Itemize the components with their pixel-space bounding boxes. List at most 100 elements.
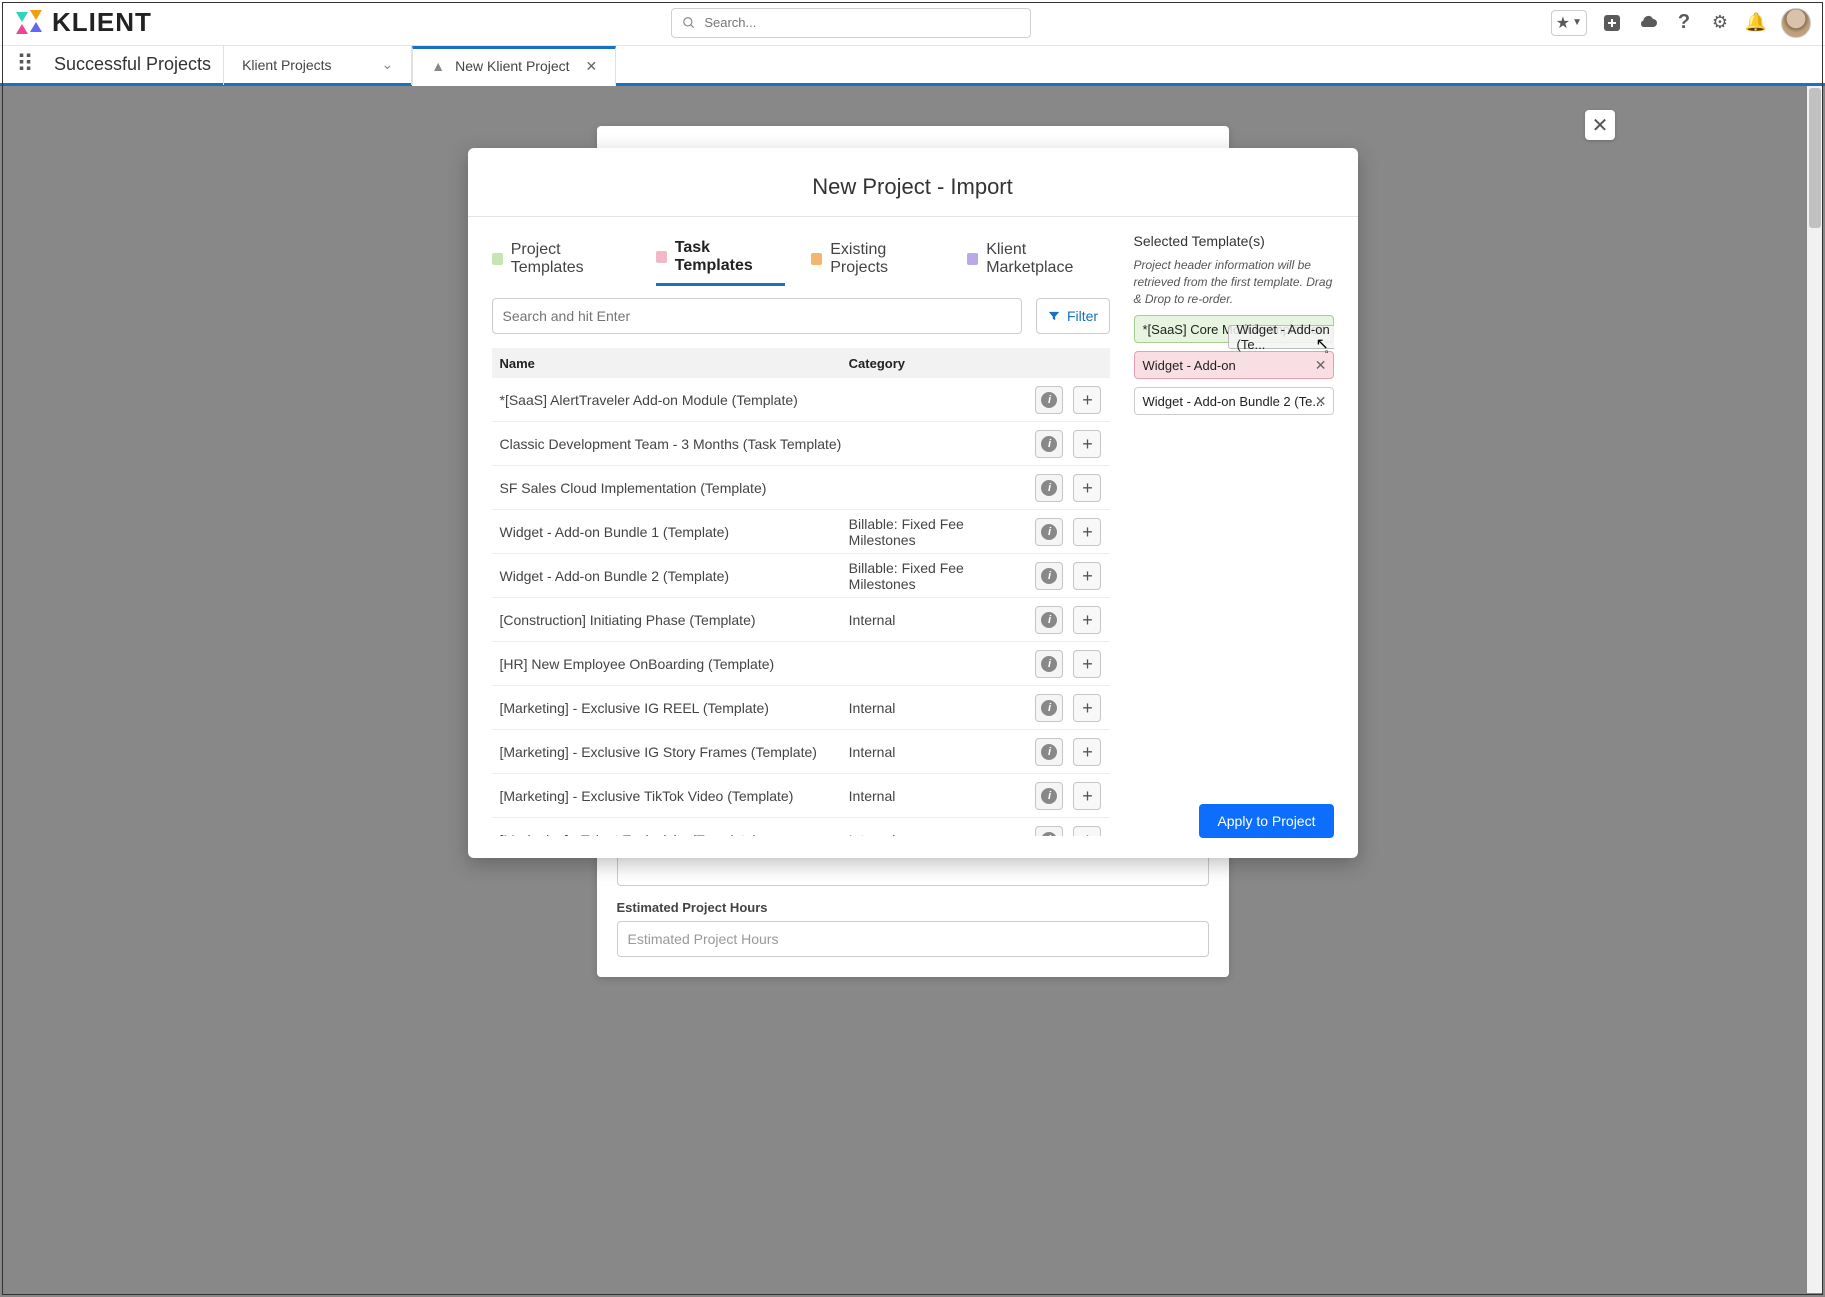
info-icon: i bbox=[1041, 788, 1057, 804]
tab-project-templates[interactable]: Project Templates bbox=[492, 233, 630, 285]
drag-ghost: Widget - Add-on Bundle 2 (Te... ✕ bbox=[1228, 325, 1334, 349]
swatch-icon bbox=[492, 253, 503, 265]
app-logo: KLIENT bbox=[14, 7, 152, 38]
info-button[interactable]: i bbox=[1035, 738, 1063, 766]
selected-template-chip[interactable]: Widget - Add-on ✕ bbox=[1134, 351, 1334, 379]
selected-note: Project header information will be retri… bbox=[1134, 257, 1334, 307]
add-template-button[interactable]: + bbox=[1073, 606, 1101, 634]
workspace-name: Successful Projects bbox=[50, 54, 223, 75]
table-row: [HR] New Employee OnBoarding (Template)i… bbox=[492, 642, 1110, 686]
gear-icon: ⚙ bbox=[1712, 12, 1728, 33]
waffle-icon: ⠿ bbox=[16, 50, 34, 79]
favorites-button[interactable]: ★▼ bbox=[1551, 10, 1587, 36]
cloud-icon bbox=[1638, 13, 1658, 33]
info-button[interactable]: i bbox=[1035, 474, 1063, 502]
table-row: [Construction] Initiating Phase (Templat… bbox=[492, 598, 1110, 642]
plus-icon: + bbox=[1082, 611, 1093, 629]
row-name: Classic Development Team - 3 Months (Tas… bbox=[500, 436, 849, 452]
info-button[interactable]: i bbox=[1035, 518, 1063, 546]
plus-icon: + bbox=[1082, 831, 1093, 836]
global-search[interactable] bbox=[671, 8, 1031, 38]
row-name: [Marketing] - Exclusive IG Story Frames … bbox=[500, 744, 849, 760]
template-search[interactable] bbox=[492, 298, 1022, 334]
remove-chip-button[interactable]: ✕ bbox=[1315, 393, 1327, 410]
add-template-button[interactable]: + bbox=[1073, 562, 1101, 590]
add-button[interactable] bbox=[1601, 12, 1623, 34]
chip-label: Widget - Add-on Bundle 2 (Te... bbox=[1143, 394, 1324, 409]
row-name: *[SaaS] AlertTraveler Add-on Module (Tem… bbox=[500, 392, 849, 408]
add-template-button[interactable]: + bbox=[1073, 694, 1101, 722]
info-icon: i bbox=[1041, 744, 1057, 760]
info-icon: i bbox=[1041, 436, 1057, 452]
close-modal-button[interactable]: ✕ bbox=[1585, 110, 1615, 140]
template-search-input[interactable] bbox=[503, 308, 1011, 324]
info-button[interactable]: i bbox=[1035, 694, 1063, 722]
row-category: Billable: Fixed Fee Milestones bbox=[849, 560, 1012, 592]
nav-tab-klient-projects[interactable]: Klient Projects ⌄ bbox=[223, 45, 412, 85]
info-icon: i bbox=[1041, 524, 1057, 540]
row-name: [Marketing] - Exclusive IG REEL (Templat… bbox=[500, 700, 849, 716]
nav-tab-new-klient-project[interactable]: ▲ New Klient Project ✕ bbox=[412, 46, 616, 86]
settings-button[interactable]: ⚙ bbox=[1709, 12, 1731, 34]
app-launcher[interactable]: ⠿ bbox=[0, 50, 50, 79]
table-row: *[SaaS] AlertTraveler Add-on Module (Tem… bbox=[492, 378, 1110, 422]
chip-label: Widget - Add-on bbox=[1143, 358, 1236, 373]
template-type-tabs: Project Templates Task Templates Existin… bbox=[492, 227, 1110, 286]
user-avatar[interactable] bbox=[1781, 8, 1811, 38]
close-tab-button[interactable]: ✕ bbox=[586, 58, 598, 75]
help-button[interactable]: ? bbox=[1673, 12, 1695, 34]
star-icon: ★ bbox=[1556, 13, 1570, 33]
add-template-button[interactable]: + bbox=[1073, 430, 1101, 458]
info-icon: i bbox=[1041, 480, 1057, 496]
info-button[interactable]: i bbox=[1035, 430, 1063, 458]
plus-icon: + bbox=[1082, 567, 1093, 585]
add-template-button[interactable]: + bbox=[1073, 738, 1101, 766]
info-button[interactable]: i bbox=[1035, 562, 1063, 590]
row-name: Widget - Add-on Bundle 1 (Template) bbox=[500, 524, 849, 540]
selected-template-chip[interactable]: Widget - Add-on Bundle 2 (Te...✕ bbox=[1134, 387, 1334, 415]
info-icon: i bbox=[1041, 656, 1057, 672]
info-icon: i bbox=[1041, 832, 1057, 836]
chevron-down-icon[interactable]: ⌄ bbox=[382, 56, 394, 73]
scrollbar-thumb[interactable] bbox=[1809, 88, 1821, 228]
add-template-button[interactable]: + bbox=[1073, 650, 1101, 678]
estimated-hours-input[interactable]: Estimated Project Hours bbox=[617, 921, 1209, 957]
add-template-button[interactable]: + bbox=[1073, 826, 1101, 836]
info-button[interactable]: i bbox=[1035, 386, 1063, 414]
tab-marketplace[interactable]: Klient Marketplace bbox=[967, 233, 1110, 285]
tab-label: New Klient Project bbox=[455, 58, 569, 74]
logo-icon bbox=[14, 8, 44, 38]
table-row: [Marketing] - Exclusive IG Story Frames … bbox=[492, 730, 1110, 774]
plus-icon: + bbox=[1082, 435, 1093, 453]
table-row: [Marketing] - Exclusive TikTok Video (Te… bbox=[492, 774, 1110, 818]
info-button[interactable]: i bbox=[1035, 606, 1063, 634]
add-template-button[interactable]: + bbox=[1073, 474, 1101, 502]
tab-task-templates[interactable]: Task Templates bbox=[656, 231, 785, 286]
info-button[interactable]: i bbox=[1035, 650, 1063, 678]
info-button[interactable]: i bbox=[1035, 782, 1063, 810]
page-scrollbar[interactable] bbox=[1807, 86, 1823, 1293]
info-button[interactable]: i bbox=[1035, 826, 1063, 836]
add-template-button[interactable]: + bbox=[1073, 518, 1101, 546]
row-name: [Marketing] - Exclusive TikTok Video (Te… bbox=[500, 788, 849, 804]
table-header: Name Category bbox=[492, 348, 1110, 378]
plus-icon: + bbox=[1082, 743, 1093, 761]
add-template-button[interactable]: + bbox=[1073, 782, 1101, 810]
row-name: Widget - Add-on Bundle 2 (Template) bbox=[500, 568, 849, 584]
notifications-button[interactable]: 🔔 bbox=[1745, 12, 1767, 34]
filter-button[interactable]: Filter bbox=[1036, 298, 1110, 334]
remove-chip-button[interactable]: ✕ bbox=[1315, 357, 1327, 374]
table-row: Widget - Add-on Bundle 2 (Template)Billa… bbox=[492, 554, 1110, 598]
plus-icon: + bbox=[1082, 523, 1093, 541]
apply-button[interactable]: Apply to Project bbox=[1199, 804, 1333, 838]
tab-existing-projects[interactable]: Existing Projects bbox=[811, 233, 941, 285]
top-bar: KLIENT ★▼ ? ⚙ 🔔 bbox=[0, 0, 1825, 46]
plus-square-icon bbox=[1602, 13, 1622, 33]
plus-icon: + bbox=[1082, 699, 1093, 717]
unsaved-icon: ▲ bbox=[431, 58, 445, 74]
table-row: SF Sales Cloud Implementation (Template)… bbox=[492, 466, 1110, 510]
tab-label: Klient Projects bbox=[242, 57, 331, 73]
global-search-input[interactable] bbox=[704, 15, 1020, 30]
assistant-button[interactable] bbox=[1637, 12, 1659, 34]
add-template-button[interactable]: + bbox=[1073, 386, 1101, 414]
